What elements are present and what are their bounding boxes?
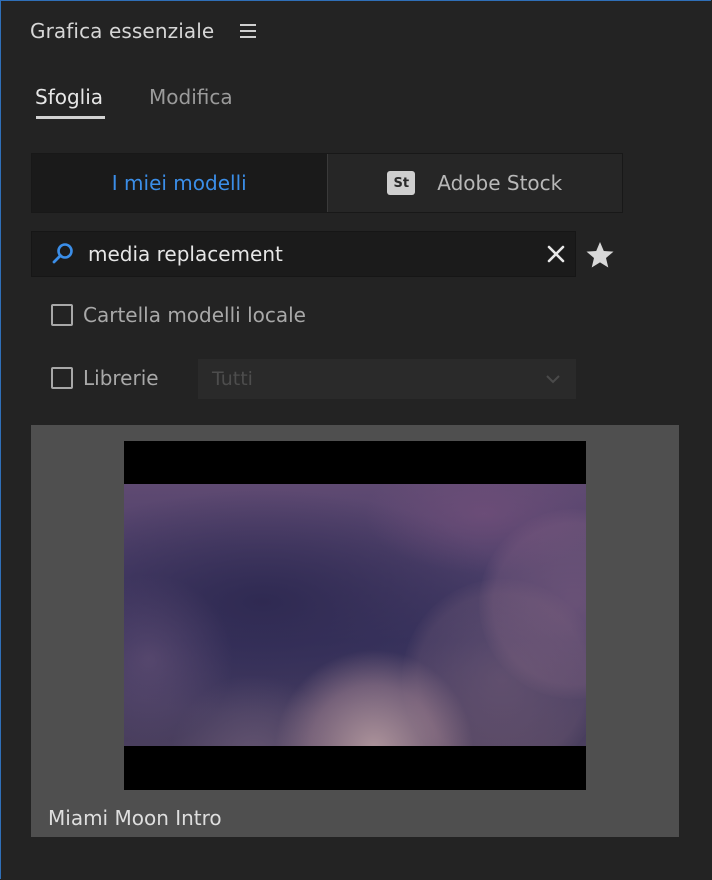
libraries-filter: Librerie [51,366,159,390]
libraries-select[interactable]: Tutti [198,359,576,399]
search-icon [52,243,73,264]
template-card[interactable]: Miami Moon Intro [31,425,679,837]
adobe-stock-icon: St [387,171,416,195]
star-icon[interactable] [585,240,615,270]
panel-header: Grafica essenziale [30,15,257,47]
adobe-stock-button[interactable]: St Adobe Stock [327,154,622,212]
my-templates-button[interactable]: I miei modelli [32,154,328,212]
libraries-checkbox[interactable] [51,367,73,389]
search-input[interactable] [88,242,545,266]
template-source-toggle: I miei modelli St Adobe Stock [31,153,623,213]
template-thumbnail [124,441,586,790]
local-folder-filter: Cartella modelli locale [51,303,306,327]
hamburger-menu-icon[interactable] [240,24,257,38]
clear-icon[interactable] [545,243,567,265]
thumbnail-bokeh-image [124,484,586,746]
my-templates-label: I miei modelli [111,171,247,195]
local-folder-label: Cartella modelli locale [83,303,306,327]
adobe-stock-label: Adobe Stock [437,171,563,195]
tab-modifica[interactable]: Modifica [149,85,233,119]
template-title: Miami Moon Intro [48,806,222,830]
chevron-down-icon [546,375,560,384]
libraries-label: Librerie [83,366,159,390]
essential-graphics-panel: Grafica essenziale Sfoglia Modifica I mi… [0,0,711,879]
libraries-select-value: Tutti [212,368,253,390]
panel-tabs: Sfoglia Modifica [35,85,233,119]
panel-title: Grafica essenziale [30,19,215,43]
tab-sfoglia[interactable]: Sfoglia [35,85,106,119]
search-bar [31,231,576,277]
local-folder-checkbox[interactable] [51,304,73,326]
